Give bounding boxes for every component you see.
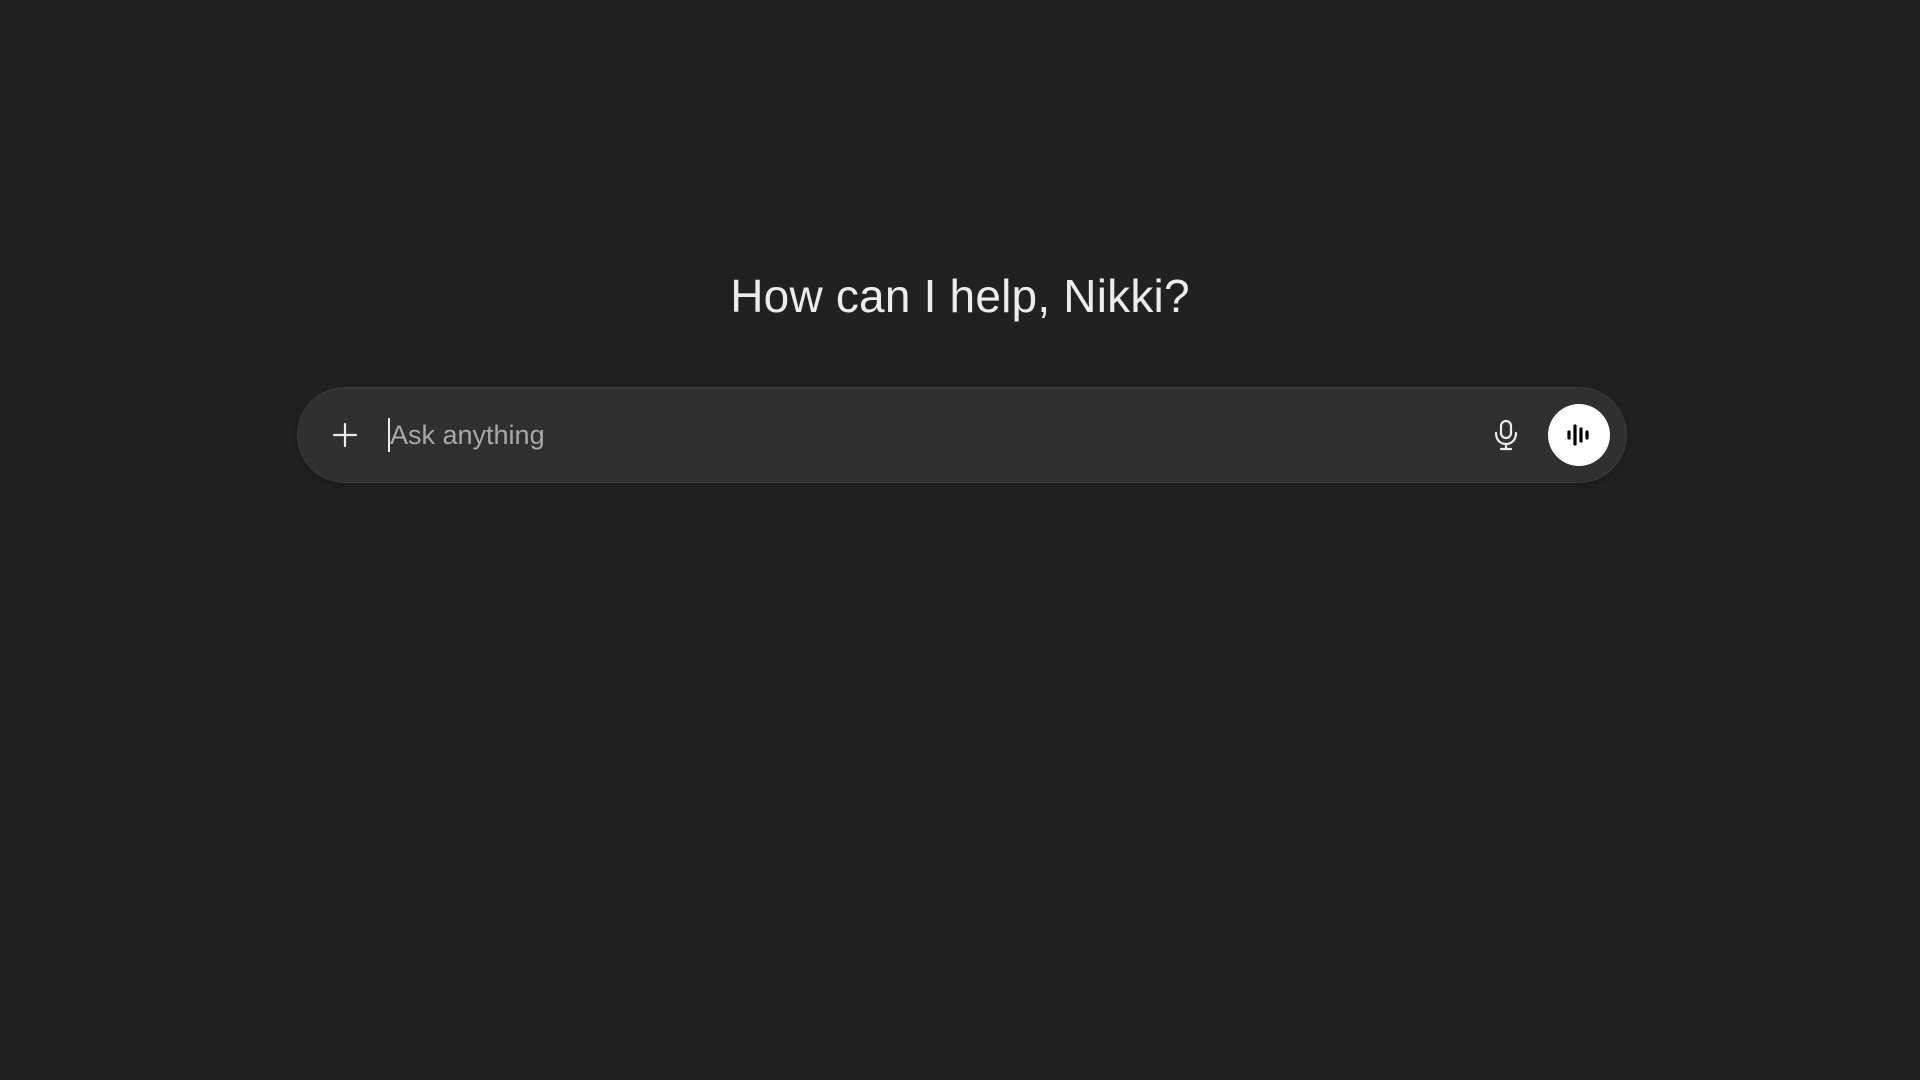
- prompt-composer: [297, 387, 1627, 483]
- add-attachment-button[interactable]: [324, 414, 366, 456]
- prompt-input[interactable]: [388, 412, 1450, 458]
- text-caret: [388, 418, 390, 452]
- microphone-icon: [1494, 419, 1518, 451]
- voice-mode-button[interactable]: [1548, 404, 1610, 466]
- chat-home-page: How can I help, Nikki?: [0, 0, 1920, 1080]
- plus-icon: [332, 422, 358, 448]
- greeting-heading: How can I help, Nikki?: [730, 270, 1190, 322]
- dictate-button[interactable]: [1485, 414, 1527, 456]
- voice-waveform-icon: [1567, 424, 1589, 446]
